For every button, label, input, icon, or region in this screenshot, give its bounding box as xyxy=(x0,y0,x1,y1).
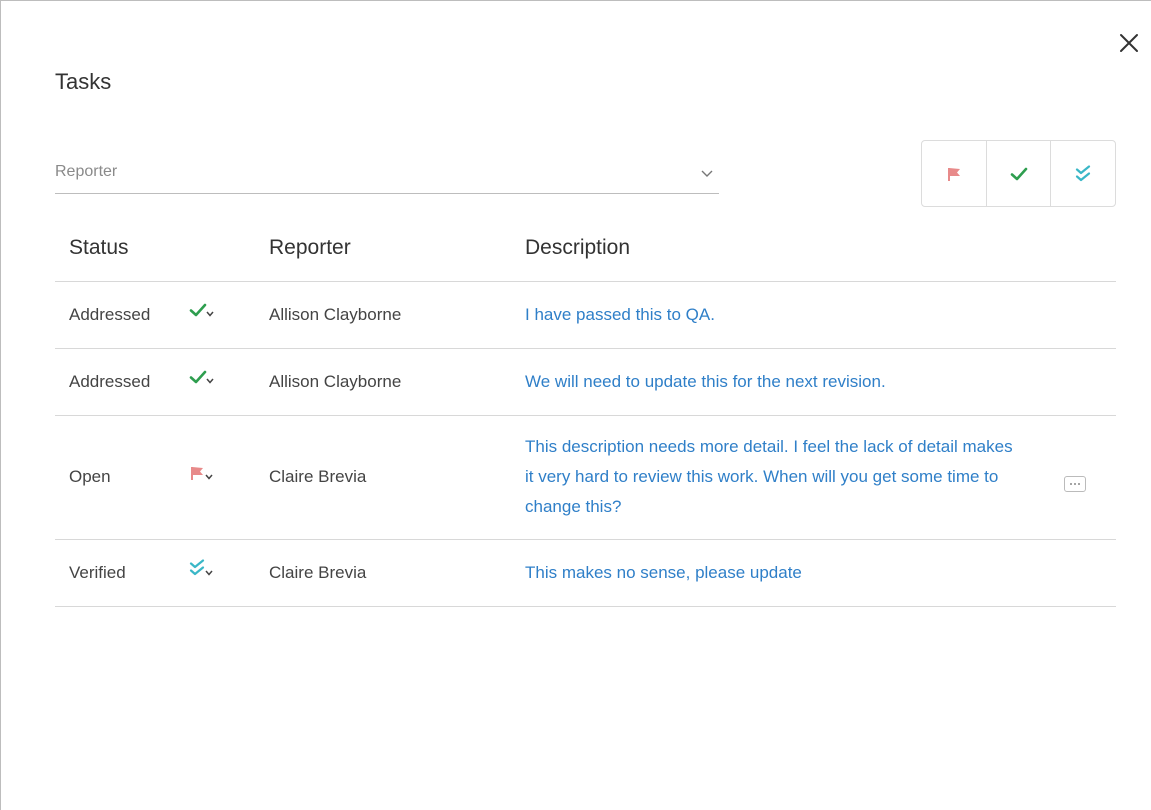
reporter-select[interactable]: Reporter xyxy=(55,153,719,194)
chevron-down-icon xyxy=(206,378,214,384)
table-row: Addressed Allison Clayborne I have passe… xyxy=(55,281,1116,349)
status-toggle[interactable] xyxy=(189,465,214,481)
description-text: I have passed this to QA. xyxy=(525,304,715,324)
check-icon xyxy=(1010,167,1027,180)
table-row: Verified Claire Brevia This makes no sen… xyxy=(55,539,1116,607)
close-icon xyxy=(1120,34,1138,52)
filter-open-button[interactable] xyxy=(922,141,986,206)
reporter-name: Claire Brevia xyxy=(269,415,525,540)
reporter-name: Allison Clayborne xyxy=(269,281,525,349)
table-row: Addressed Allison Clayborne We will need… xyxy=(55,348,1116,416)
header-reporter[interactable]: Reporter xyxy=(269,215,525,282)
status-text: Verified xyxy=(55,539,189,607)
status-text: Addressed xyxy=(55,348,189,416)
status-filter-group xyxy=(921,140,1116,207)
double-check-icon xyxy=(1076,164,1091,181)
reporter-name: Claire Brevia xyxy=(269,539,525,607)
description-link[interactable]: We will need to update this for the next… xyxy=(525,348,1056,416)
chevron-down-icon xyxy=(205,474,213,480)
filter-verified-button[interactable] xyxy=(1050,141,1115,206)
status-toggle[interactable] xyxy=(189,559,214,577)
row-actions-cell xyxy=(1056,415,1116,540)
header-status[interactable]: Status xyxy=(55,215,189,282)
header-actions xyxy=(1056,215,1116,282)
tasks-table: Status Reporter Description Addressed Al… xyxy=(55,215,1116,607)
close-button[interactable] xyxy=(1117,31,1141,55)
flag-icon xyxy=(947,167,960,181)
table-row: Open Claire Brevia This description need… xyxy=(55,415,1116,540)
reporter-name: Allison Clayborne xyxy=(269,348,525,416)
status-toggle-cell xyxy=(189,281,269,349)
header-description[interactable]: Description xyxy=(525,215,1056,282)
row-actions-cell xyxy=(1056,348,1116,416)
status-toggle[interactable] xyxy=(189,302,215,318)
reporter-select-placeholder: Reporter xyxy=(55,163,118,180)
chevron-down-icon xyxy=(205,570,213,576)
flag-icon xyxy=(191,466,203,480)
row-actions-cell xyxy=(1056,539,1116,607)
tasks-dialog: Tasks Reporter Status Reporter Descripti… xyxy=(0,0,1151,810)
status-toggle-cell xyxy=(189,415,269,540)
status-text: Open xyxy=(55,415,189,540)
filter-addressed-button[interactable] xyxy=(985,141,1051,206)
description-link[interactable]: This description needs more detail. I fe… xyxy=(525,415,1056,540)
description-text: This description needs more detail. I fe… xyxy=(525,437,1013,516)
double-check-icon xyxy=(189,559,205,576)
chevron-down-icon xyxy=(701,170,713,177)
row-actions-cell xyxy=(1056,281,1116,349)
status-toggle-cell xyxy=(189,539,269,607)
status-toggle-cell xyxy=(189,348,269,416)
chevron-down-icon xyxy=(206,311,214,317)
table-header-row: Status Reporter Description xyxy=(55,215,1116,282)
description-text: This makes no sense, please update xyxy=(525,562,802,582)
description-link[interactable]: I have passed this to QA. xyxy=(525,281,1056,349)
status-toggle[interactable] xyxy=(189,369,215,385)
description-link[interactable]: This makes no sense, please update xyxy=(525,539,1056,607)
status-text: Addressed xyxy=(55,281,189,349)
dialog-title: Tasks xyxy=(55,69,112,94)
header-status-icon xyxy=(189,215,269,282)
description-text: We will need to update this for the next… xyxy=(525,371,886,391)
more-options-button[interactable] xyxy=(1064,475,1086,492)
